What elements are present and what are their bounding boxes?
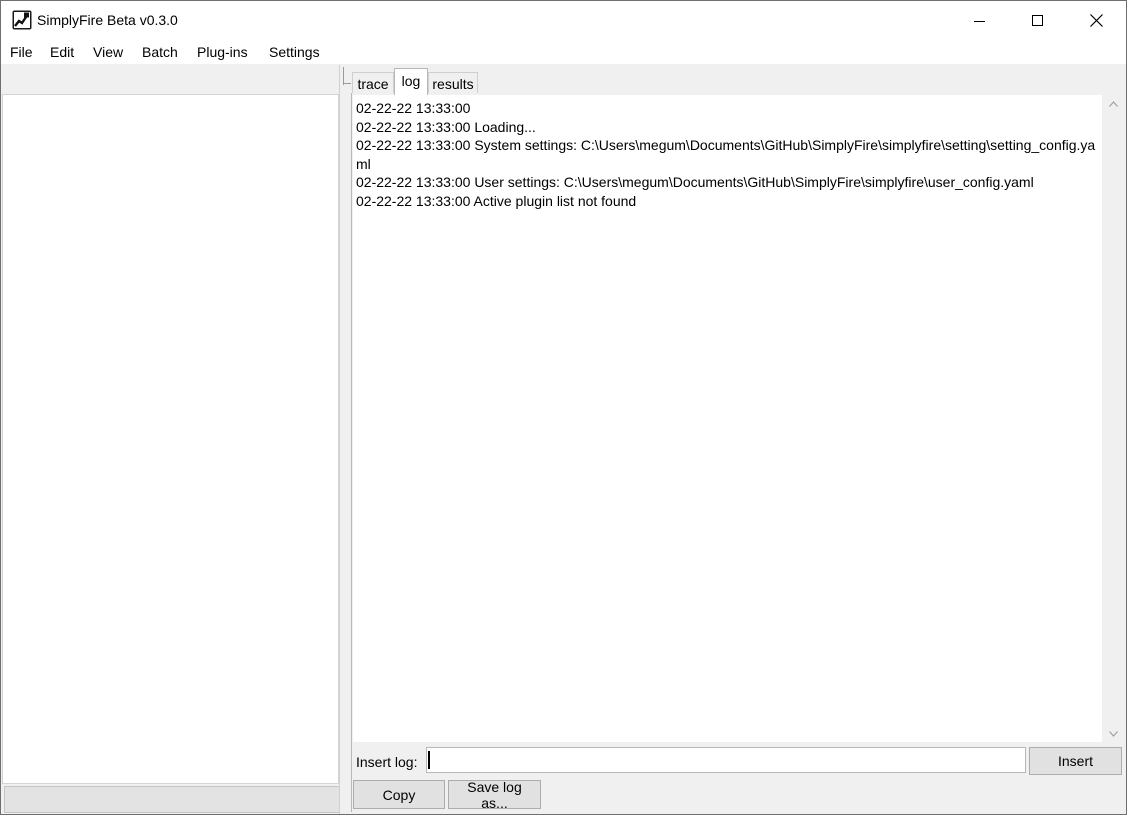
left-list-area[interactable] <box>2 94 339 784</box>
scroll-down-button[interactable] <box>1103 725 1123 742</box>
close-button[interactable] <box>1067 1 1125 40</box>
minimize-button[interactable] <box>951 1 1009 40</box>
title-bar[interactable]: SimplyFire Beta v0.3.0 <box>1 1 1126 40</box>
chevron-up-icon <box>1108 100 1118 107</box>
tab-results[interactable]: results <box>428 72 478 93</box>
menu-plugins[interactable]: Plug-ins <box>197 44 248 60</box>
notebook: trace log results 02-22-22 13:33:00 02-2… <box>343 65 1126 814</box>
insert-log-label: Insert log: <box>356 754 418 770</box>
copy-button[interactable]: Copy <box>353 780 445 809</box>
log-scrollbar[interactable] <box>1103 95 1123 742</box>
tab-trace[interactable]: trace <box>352 72 394 93</box>
log-line: 02-22-22 13:33:00 Loading... <box>356 118 536 135</box>
left-panel <box>1 65 341 814</box>
left-toolbar-area <box>2 65 339 93</box>
menu-bar: File Edit View Batch Plug-ins Settings <box>1 40 1126 65</box>
log-line: 02-22-22 13:33:00 System settings: C:\Us… <box>356 137 1096 172</box>
log-tab-panel: 02-22-22 13:33:00 02-22-22 13:33:00 Load… <box>351 93 1125 812</box>
tab-log[interactable]: log <box>394 68 428 95</box>
app-window: SimplyFire Beta v0.3.0 File Edit View Ba… <box>0 0 1127 815</box>
save-log-button[interactable]: Save log as... <box>448 779 541 811</box>
log-text-area[interactable]: 02-22-22 13:33:00 02-22-22 13:33:00 Load… <box>353 95 1102 742</box>
scroll-up-button[interactable] <box>1103 95 1123 112</box>
maximize-button[interactable] <box>1009 1 1067 40</box>
minimize-icon <box>974 20 985 22</box>
window-title: SimplyFire Beta v0.3.0 <box>37 12 178 28</box>
menu-file[interactable]: File <box>10 44 33 60</box>
insert-button[interactable]: Insert <box>1029 747 1122 775</box>
menu-settings[interactable]: Settings <box>269 44 320 60</box>
text-caret <box>428 751 430 769</box>
insert-log-row: Insert log: Insert <box>353 744 1124 778</box>
log-line: 02-22-22 13:33:00 Active plugin list not… <box>356 192 637 209</box>
close-icon <box>1089 14 1103 27</box>
left-status-bar <box>4 786 340 813</box>
notebook-corner <box>343 67 351 85</box>
log-line: 02-22-22 13:33:00 <box>356 100 471 116</box>
log-line: 02-22-22 13:33:00 User settings: C:\User… <box>356 174 1034 191</box>
simplyfire-app-icon <box>12 10 32 30</box>
maximize-icon <box>1032 14 1043 26</box>
menu-edit[interactable]: Edit <box>50 44 74 60</box>
menu-batch[interactable]: Batch <box>142 44 178 60</box>
insert-log-input[interactable] <box>426 747 1026 773</box>
menu-view[interactable]: View <box>93 44 123 60</box>
chevron-down-icon <box>1108 730 1118 737</box>
